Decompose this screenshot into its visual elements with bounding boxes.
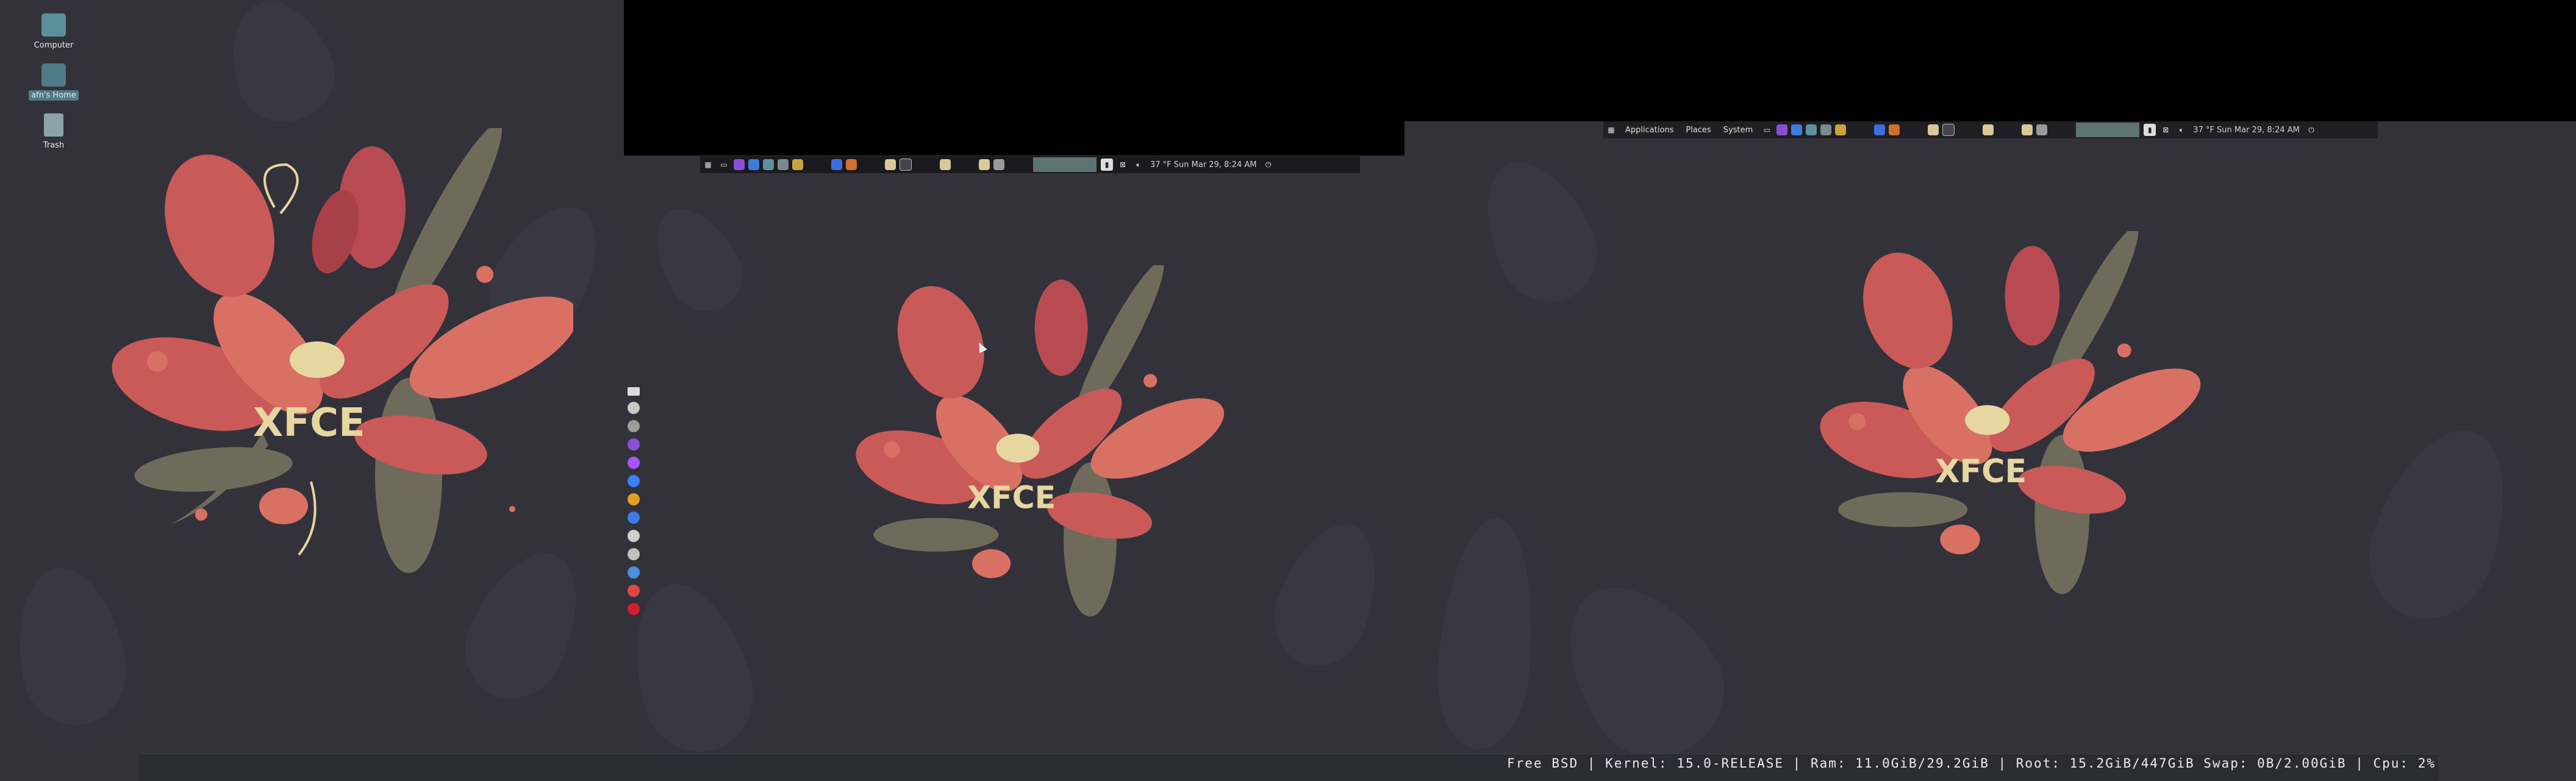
file-manager-icon[interactable] — [778, 159, 789, 170]
weather-clock[interactable]: 37 °F Sun Mar 29, 8:24 AM — [2193, 126, 2300, 135]
window-button-icon[interactable] — [900, 159, 912, 171]
window-button-icon[interactable] — [1889, 124, 1900, 135]
desktop-middle[interactable]: XFCE — [624, 155, 1404, 780]
background-leaf — [1431, 514, 1543, 753]
file-manager-icon[interactable] — [1820, 124, 1832, 135]
opera-icon[interactable] — [628, 603, 640, 615]
show-desktop-icon[interactable]: ▭ — [718, 159, 730, 171]
chrome-icon[interactable] — [1835, 124, 1847, 135]
steam-icon[interactable] — [628, 512, 640, 524]
telegram-icon[interactable] — [628, 475, 640, 487]
desktop-icon-home[interactable]: afn's Home — [24, 63, 83, 101]
desktop-icon-label: Computer — [34, 41, 74, 50]
moon-icon[interactable] — [628, 530, 640, 542]
desktop-right[interactable]: XFCE — [1404, 121, 2576, 780]
window-button-icon[interactable] — [885, 159, 896, 170]
window-button-icon[interactable] — [993, 159, 1004, 170]
app-menu-grid-icon[interactable]: ▦ — [1605, 124, 1617, 136]
background-leaf — [1534, 557, 1750, 780]
menu-applications[interactable]: Applications — [1625, 126, 1673, 135]
app-launcher-icon[interactable] — [628, 402, 640, 414]
top-panel-middle: ▦ ▭ ▮ ⊠ 🔈︎ 37 °F Sun Mar 29, 8:24 AM ⏻ — [700, 156, 1360, 173]
workspace-pager[interactable] — [2076, 123, 2140, 137]
notification-icon[interactable]: ▮ — [2144, 124, 2156, 136]
desktop-icon-trash[interactable]: Trash — [24, 113, 83, 151]
menu-places[interactable]: Places — [1686, 126, 1711, 135]
notification-icon[interactable]: ▮ — [1101, 159, 1113, 171]
power-icon[interactable]: ⏻ — [2305, 124, 2317, 136]
workspace-pager[interactable] — [1033, 157, 1097, 172]
volume-icon[interactable]: 🔈︎ — [2175, 124, 2188, 136]
background-leaf — [213, 0, 348, 135]
browser-icon[interactable] — [628, 438, 640, 451]
background-leaf — [638, 193, 756, 325]
window-button-icon[interactable] — [940, 159, 951, 170]
window-button-icon[interactable] — [2022, 124, 2033, 135]
power-icon[interactable]: ⏻ — [1262, 159, 1275, 171]
desktop-icon-label: Trash — [43, 141, 65, 150]
terminal-icon[interactable] — [1806, 124, 1817, 135]
browser-icon[interactable] — [734, 159, 745, 170]
app-dock — [624, 381, 643, 621]
screen-void — [624, 0, 1404, 155]
crown-icon[interactable] — [628, 548, 640, 560]
window-button-icon[interactable] — [979, 159, 990, 170]
background-leaf — [1463, 144, 1614, 318]
firefox-icon[interactable] — [1791, 124, 1803, 135]
window-button-icon[interactable] — [831, 159, 842, 170]
top-panel-right: ▦ Applications Places System ▭ ▮ ⊠ 🔈︎ 37… — [1603, 121, 2378, 138]
window-button-icon[interactable] — [1928, 124, 1939, 135]
chrome-icon[interactable] — [628, 420, 640, 432]
window-button-icon[interactable] — [1942, 124, 1955, 136]
vivaldi-icon[interactable] — [628, 585, 640, 597]
tor-browser-icon[interactable] — [628, 457, 640, 469]
xfce-logo-text: XFCE — [967, 480, 1056, 516]
window-button-icon[interactable] — [1983, 124, 1994, 135]
terminal-icon[interactable] — [763, 159, 774, 170]
network-icon[interactable]: ⊠ — [1117, 159, 1129, 171]
app-menu-grid-icon[interactable]: ▦ — [702, 159, 714, 171]
xfce-flower-artwork: XFCE — [1820, 231, 2201, 594]
menu-system[interactable]: System — [1723, 126, 1753, 135]
browser-icon[interactable] — [1776, 124, 1788, 135]
trash-icon — [44, 113, 63, 137]
xfce-logo-text: XFCE — [253, 401, 365, 446]
desktop-left[interactable]: XFCE — [0, 0, 624, 780]
computer-icon — [41, 13, 66, 37]
desktop-icon[interactable] — [628, 387, 640, 396]
xfce-flower-artwork: XFCE — [856, 265, 1225, 617]
chromium-icon[interactable] — [628, 493, 640, 505]
chat-icon[interactable] — [628, 566, 640, 579]
window-button-icon[interactable] — [846, 159, 857, 170]
background-leaf — [1260, 510, 1397, 679]
system-status-text: Free BSD | Kernel: 15.0-RELEASE | Ram: 1… — [1507, 756, 2436, 771]
window-button-icon[interactable] — [1874, 124, 1886, 135]
network-icon[interactable]: ⊠ — [2159, 124, 2172, 136]
background-leaf — [2350, 411, 2532, 637]
window-button-icon[interactable] — [2036, 124, 2048, 135]
xfce-flower-artwork: XFCE — [112, 128, 573, 573]
desktop-icon-label: afn's Home — [29, 90, 79, 101]
background-leaf — [624, 571, 767, 765]
chrome-icon[interactable] — [792, 159, 803, 170]
desktop-icon-computer[interactable]: Computer — [24, 13, 83, 51]
weather-clock[interactable]: 37 °F Sun Mar 29, 8:24 AM — [1150, 160, 1257, 169]
volume-icon[interactable]: 🔈︎ — [1132, 159, 1145, 171]
home-folder-icon — [41, 63, 66, 87]
screen-void — [1404, 0, 2576, 121]
show-desktop-icon[interactable]: ▭ — [1761, 124, 1773, 136]
xfce-logo-text: XFCE — [1935, 454, 2027, 490]
firefox-icon[interactable] — [748, 159, 759, 170]
